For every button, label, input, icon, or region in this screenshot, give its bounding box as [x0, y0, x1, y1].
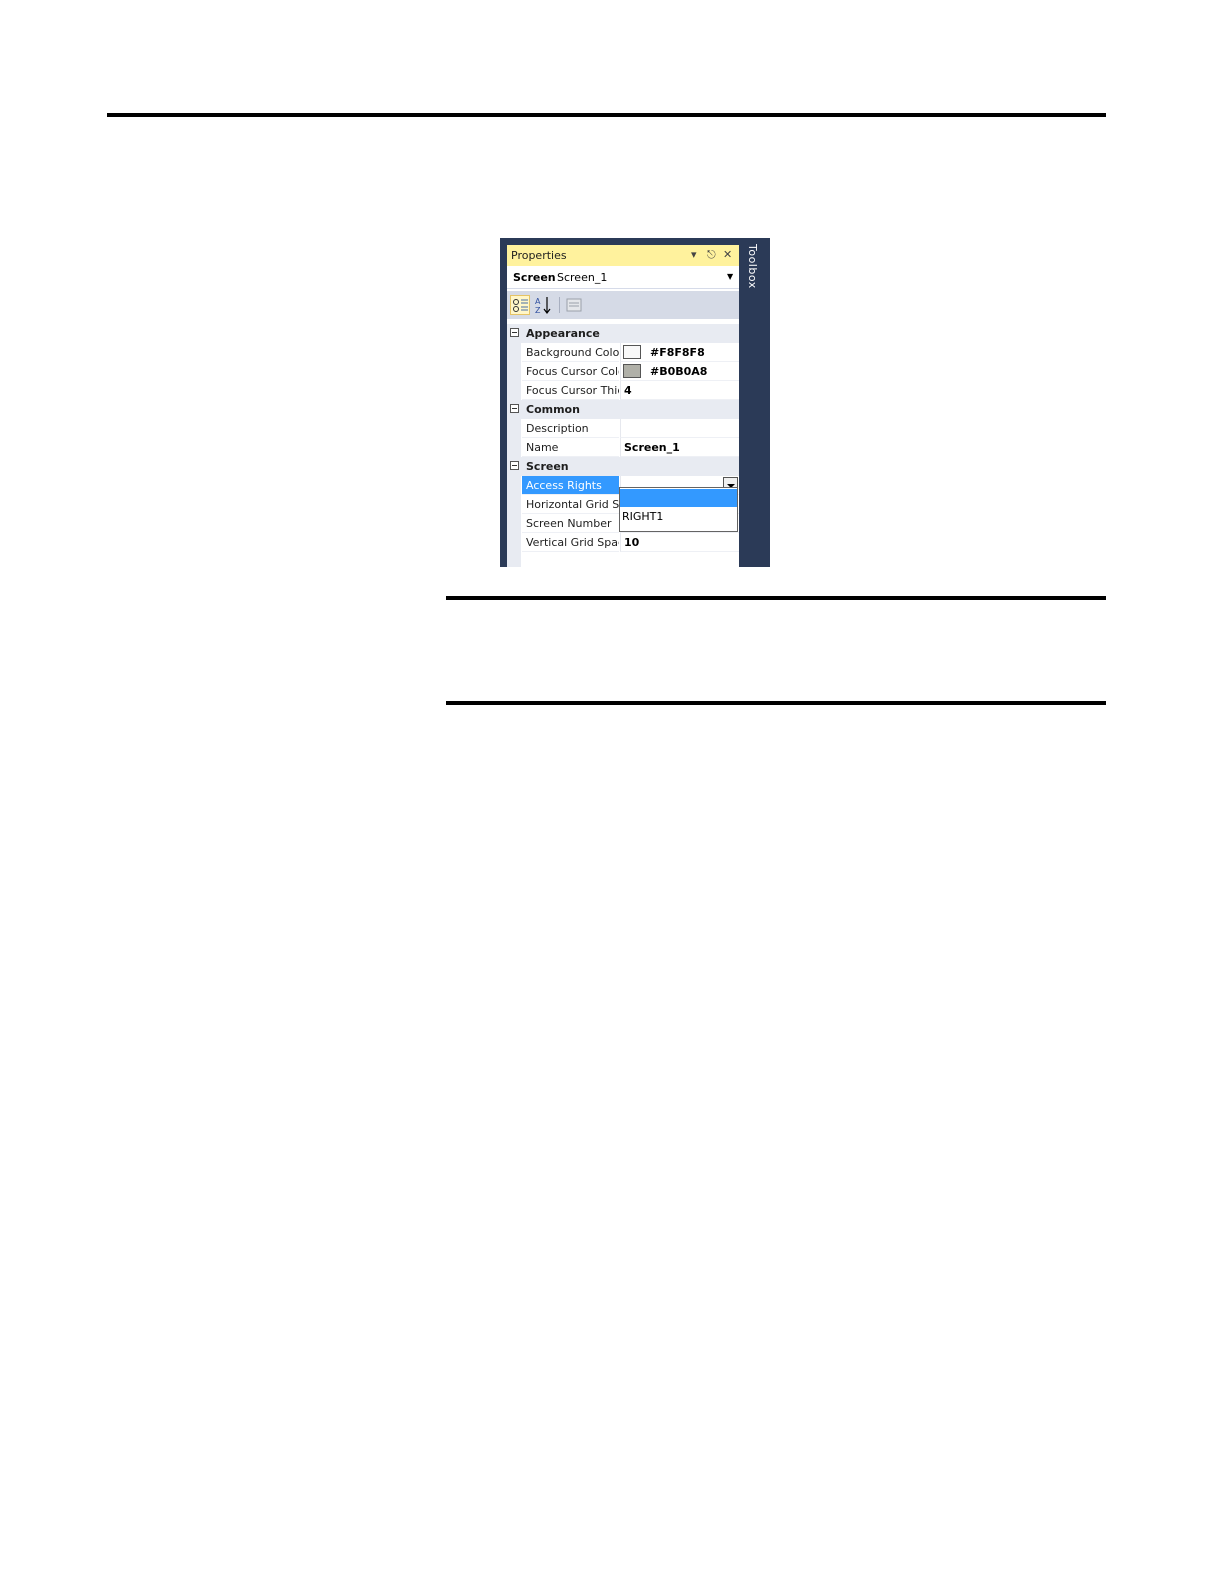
categorized-button[interactable] [510, 295, 530, 315]
row-gutter [507, 343, 521, 362]
access-rights-dropdown-list[interactable]: RIGHT1 [619, 487, 738, 532]
row-gutter [507, 381, 521, 400]
row-gutter [507, 495, 521, 514]
collapse-icon[interactable] [510, 404, 519, 413]
collapse-icon[interactable] [510, 328, 519, 337]
row-gutter [507, 476, 521, 495]
property-value[interactable]: 4 [620, 381, 739, 400]
property-name: Screen Number [522, 514, 619, 533]
properties-title-bar: Properties ▾ ⎋ ✕ [507, 245, 739, 266]
property-name: Background Colo [522, 343, 619, 362]
property-row-name[interactable]: Name Screen_1 [507, 438, 739, 457]
object-type: Screen [513, 271, 556, 284]
chevron-down-icon[interactable]: ▼ [727, 272, 733, 281]
svg-text:A: A [535, 297, 541, 306]
property-name: Name [522, 438, 619, 457]
category-appearance[interactable]: Appearance [507, 324, 739, 343]
color-value: #B0B0A8 [650, 365, 708, 378]
categorized-icon [513, 299, 528, 312]
toolbox-tab[interactable]: Toolbox [740, 238, 770, 567]
dropdown-option-right1[interactable]: RIGHT1 [620, 508, 737, 526]
row-gutter [507, 514, 521, 533]
property-row-focus-cursor-thickness[interactable]: Focus Cursor Thic 4 [507, 381, 739, 400]
property-row-vertical-grid[interactable]: Vertical Grid Spac 10 [507, 533, 739, 552]
row-gutter [507, 552, 521, 567]
window-position-icon[interactable]: ▾ [691, 248, 697, 262]
pin-icon[interactable]: ⎋ [707, 248, 716, 262]
row-gutter [507, 419, 521, 438]
row-gutter [507, 533, 521, 552]
svg-text:Z: Z [535, 306, 541, 315]
property-value[interactable]: Screen_1 [620, 438, 739, 457]
property-value[interactable]: #F8F8F8 [620, 343, 739, 362]
property-name: Focus Cursor Thic [522, 381, 619, 400]
grid-empty-area [507, 552, 739, 567]
collapse-icon[interactable] [510, 461, 519, 470]
bottom-rule [446, 701, 1106, 705]
object-name: Screen_1 [557, 271, 608, 284]
property-name: Horizontal Grid Sp [522, 495, 619, 514]
property-pages-icon [566, 298, 582, 312]
alphabetical-button[interactable]: A Z [534, 295, 554, 315]
property-name: Access Rights [522, 476, 619, 495]
toolbox-label: Toolbox [746, 244, 759, 289]
color-swatch [623, 364, 641, 378]
color-value: #F8F8F8 [650, 346, 705, 359]
object-selector[interactable]: Screen Screen_1 ▼ [507, 266, 739, 289]
property-value[interactable]: #B0B0A8 [620, 362, 739, 381]
property-value[interactable]: 10 [620, 533, 739, 552]
properties-screenshot: Toolbox Properties ▾ ⎋ ✕ Screen Screen_1… [500, 238, 770, 567]
row-gutter [507, 438, 521, 457]
dropdown-option-selected[interactable] [620, 489, 737, 507]
property-name: Description [522, 419, 619, 438]
property-row-background-color[interactable]: Background Colo #F8F8F8 [507, 343, 739, 362]
middle-rule [446, 596, 1106, 600]
top-rule [107, 113, 1106, 117]
panel-title: Properties [511, 249, 567, 262]
property-name: Focus Cursor Colo [522, 362, 619, 381]
property-pages-button[interactable] [564, 295, 584, 315]
color-swatch [623, 345, 641, 359]
properties-toolbar: A Z [507, 291, 739, 319]
sort-alphabetical-icon: A Z [535, 297, 551, 315]
category-label: Common [526, 403, 580, 416]
category-common[interactable]: Common [507, 400, 739, 419]
close-icon[interactable]: ✕ [723, 248, 732, 262]
property-name: Vertical Grid Spac [522, 533, 619, 552]
toolbar-separator [559, 297, 560, 313]
property-value[interactable] [620, 419, 739, 438]
category-label: Screen [526, 460, 569, 473]
category-label: Appearance [526, 327, 600, 340]
property-row-focus-cursor-color[interactable]: Focus Cursor Colo #B0B0A8 [507, 362, 739, 381]
category-screen[interactable]: Screen [507, 457, 739, 476]
row-gutter [507, 362, 521, 381]
property-row-description[interactable]: Description [507, 419, 739, 438]
